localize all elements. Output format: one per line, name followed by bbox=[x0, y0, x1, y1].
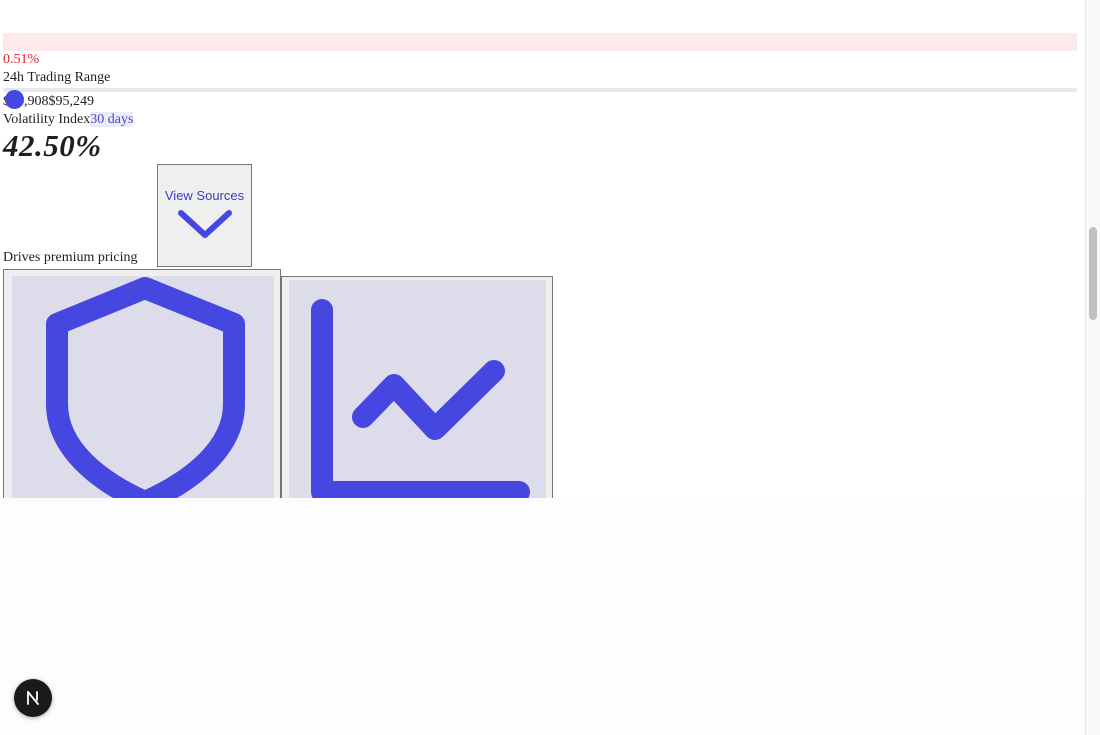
page-scrollbar[interactable] bbox=[1085, 0, 1100, 735]
volatility-row: Volatility Index30 days bbox=[3, 111, 134, 129]
view-sources-label: View Sources bbox=[164, 188, 245, 203]
volatility-label: Volatility Index bbox=[3, 112, 91, 127]
dev-tools-badge[interactable] bbox=[14, 679, 52, 717]
analytics-feature-tile[interactable] bbox=[281, 276, 553, 498]
page-viewport: 0.51% 24h Trading Range $94,908$95,249 V… bbox=[0, 0, 1085, 498]
scrollbar-thumb[interactable] bbox=[1089, 227, 1097, 320]
shield-icon bbox=[46, 277, 245, 498]
change-indicator-bar bbox=[3, 33, 1077, 51]
volatility-value: 42.50% bbox=[3, 128, 102, 163]
range-high: $95,249 bbox=[48, 94, 95, 109]
next-logo-icon bbox=[27, 691, 39, 705]
volatility-note: Drives premium pricing bbox=[3, 250, 138, 265]
tile-icon-bg bbox=[289, 280, 546, 498]
line-chart-icon bbox=[311, 299, 530, 498]
chevron-down-icon bbox=[177, 210, 232, 238]
volatility-period-badge: 30 days bbox=[90, 112, 134, 127]
security-feature-tile[interactable] bbox=[3, 269, 281, 498]
view-sources-button[interactable]: View Sources bbox=[157, 164, 252, 267]
range-knob[interactable] bbox=[5, 90, 24, 109]
range-label: 24h Trading Range bbox=[3, 70, 111, 85]
range-track bbox=[3, 88, 1077, 92]
price-change: 0.51% bbox=[3, 52, 40, 67]
tile-icon-bg bbox=[12, 276, 274, 498]
